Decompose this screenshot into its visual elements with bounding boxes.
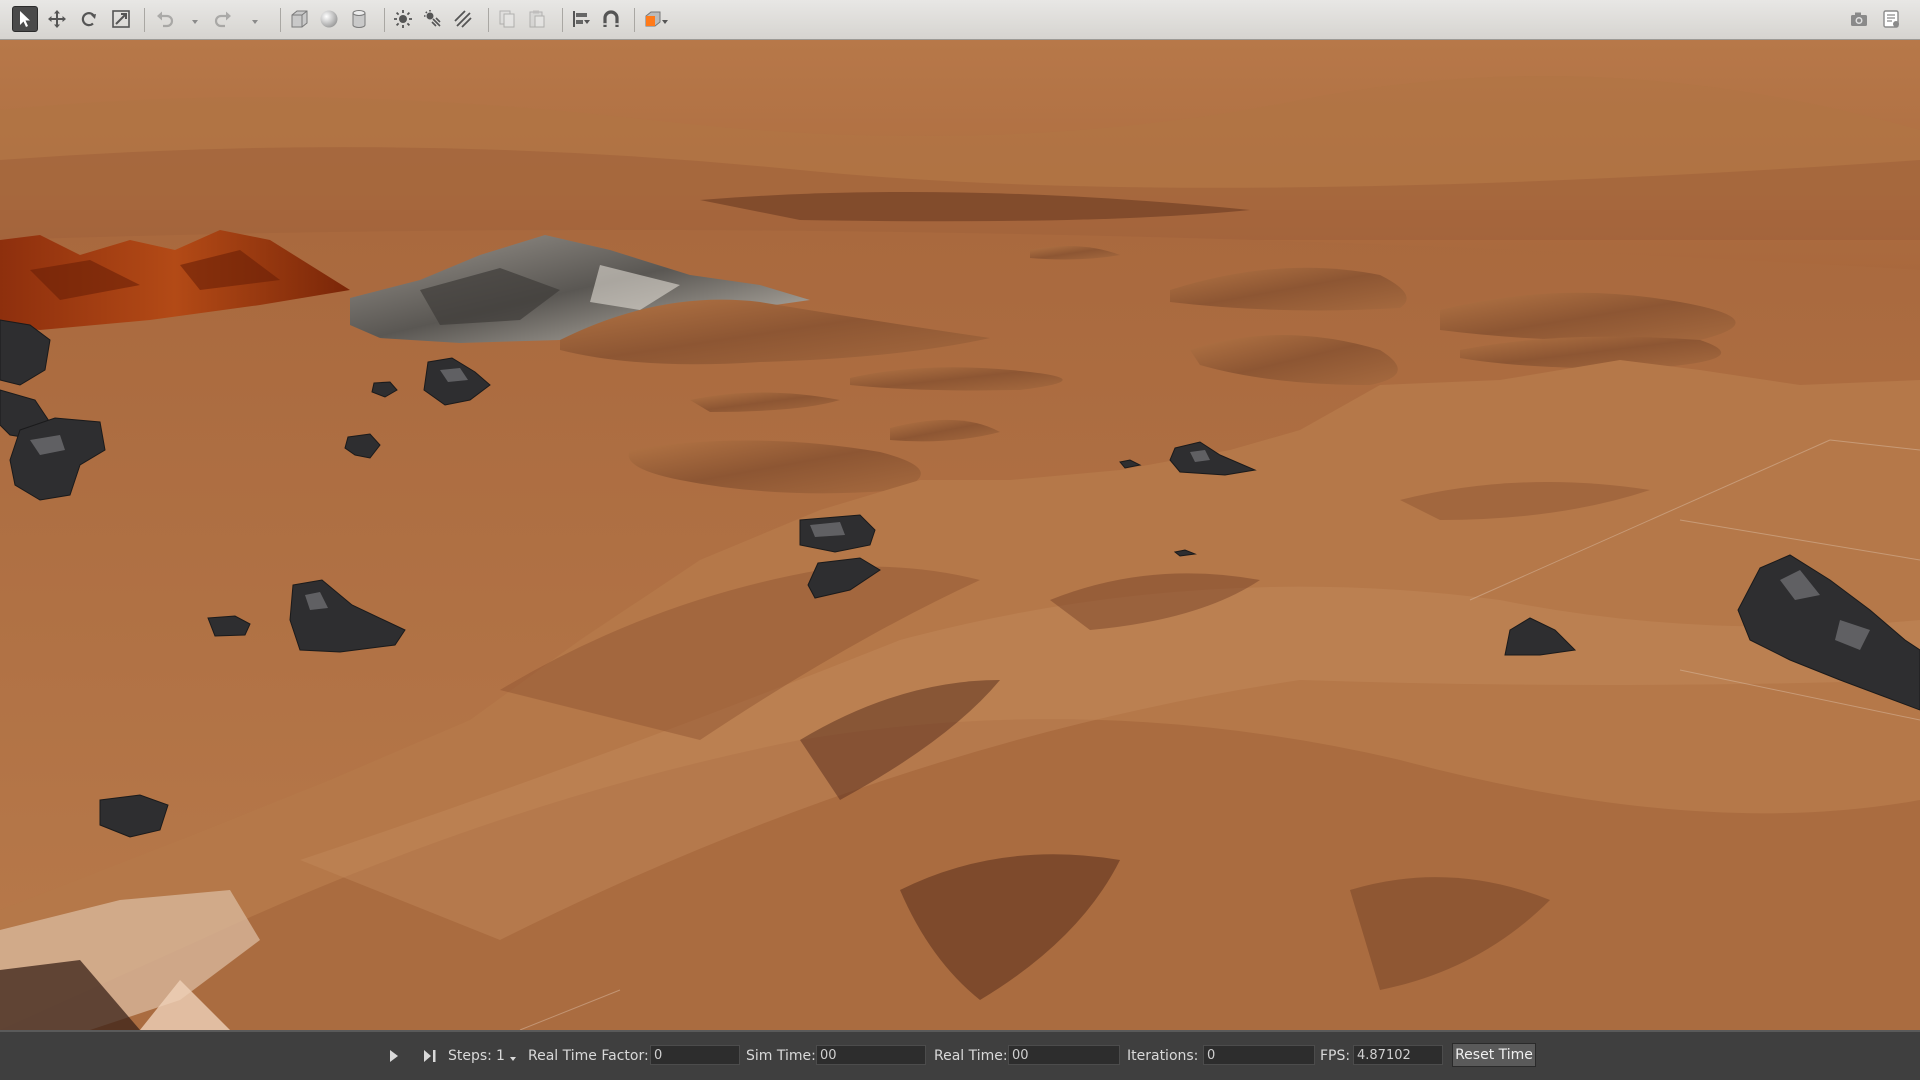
translate-mode-button[interactable] — [44, 6, 70, 32]
toolbar-separator — [488, 8, 489, 32]
real-time-factor-label: Real Time Factor: — [528, 1048, 649, 1064]
steps-spinbox[interactable]: 1 — [496, 1032, 517, 1080]
reset-time-button[interactable]: Reset Time — [1452, 1043, 1536, 1067]
magnet-icon — [603, 10, 619, 27]
real-time-label: Real Time: — [934, 1048, 1008, 1064]
toolbar-separator — [144, 8, 145, 32]
toolbar-separator — [280, 8, 281, 32]
insert-box-button[interactable] — [286, 6, 312, 32]
sphere-icon — [320, 10, 338, 28]
cylinder-icon — [352, 10, 366, 28]
directional-light-button[interactable] — [450, 6, 476, 32]
view-angle-dropdown-icon[interactable] — [661, 18, 669, 26]
rotate-mode-button[interactable] — [76, 6, 102, 32]
redo-icon — [214, 11, 231, 28]
paste-button[interactable] — [524, 6, 550, 32]
orange-cube-icon — [645, 11, 661, 27]
toolbar — [0, 0, 1920, 40]
iterations-value: 0 — [1203, 1045, 1315, 1065]
sim-time-value: 00 00:00:00.000 — [816, 1045, 926, 1065]
align-dropdown-icon[interactable] — [583, 18, 591, 26]
scale-icon — [112, 10, 130, 28]
spot-light-button[interactable] — [420, 6, 446, 32]
insert-cylinder-button[interactable] — [346, 6, 372, 32]
point-light-button[interactable] — [390, 6, 416, 32]
real-time-value: 00 00:00:00.000 — [1008, 1045, 1120, 1065]
undo-history-dropdown-icon[interactable] — [191, 18, 199, 26]
sim-time-label: Sim Time: — [746, 1048, 816, 1064]
rotate-icon — [81, 12, 96, 27]
redo-history-dropdown-icon[interactable] — [251, 18, 259, 26]
snap-button[interactable] — [598, 6, 624, 32]
insert-sphere-button[interactable] — [316, 6, 342, 32]
status-bar: Steps: 1 Real Time Factor: 0 Sim Time: 0… — [0, 1030, 1920, 1080]
toolbar-separator — [634, 8, 635, 32]
steps-dropdown-icon — [509, 1057, 516, 1061]
redo-button[interactable] — [210, 6, 236, 32]
scene-viewport[interactable] — [0, 40, 1920, 1030]
camera-icon — [1851, 12, 1867, 26]
real-time-factor-value: 0 — [650, 1045, 740, 1065]
play-button[interactable] — [388, 1032, 400, 1080]
fps-value: 4.87102 — [1353, 1045, 1443, 1065]
undo-button[interactable] — [152, 6, 178, 32]
arrow-cursor-icon — [20, 11, 30, 27]
scale-mode-button[interactable] — [108, 6, 134, 32]
play-icon — [390, 1050, 398, 1062]
toolbar-separator — [384, 8, 385, 32]
copy-button[interactable] — [494, 6, 520, 32]
directional-light-icon — [454, 10, 472, 28]
steps-label: Steps: — [448, 1048, 492, 1064]
step-button[interactable] — [422, 1032, 438, 1080]
move-arrows-icon — [48, 10, 66, 28]
box-icon — [291, 10, 308, 28]
select-mode-button[interactable] — [12, 6, 38, 32]
log-button[interactable] — [1878, 6, 1904, 32]
step-forward-icon — [424, 1050, 436, 1062]
undo-icon — [157, 11, 174, 28]
sun-icon — [394, 10, 412, 28]
mars-terrain-scene — [0, 40, 1920, 1030]
fps-label: FPS: — [1320, 1048, 1351, 1064]
screenshot-button[interactable] — [1846, 6, 1872, 32]
paste-icon — [529, 10, 545, 28]
record-icon — [1883, 10, 1899, 28]
steps-value: 1 — [496, 1048, 505, 1064]
copy-icon — [499, 10, 515, 28]
toolbar-separator — [562, 8, 563, 32]
iterations-label: Iterations: — [1127, 1048, 1199, 1064]
spot-light-icon — [424, 10, 441, 27]
